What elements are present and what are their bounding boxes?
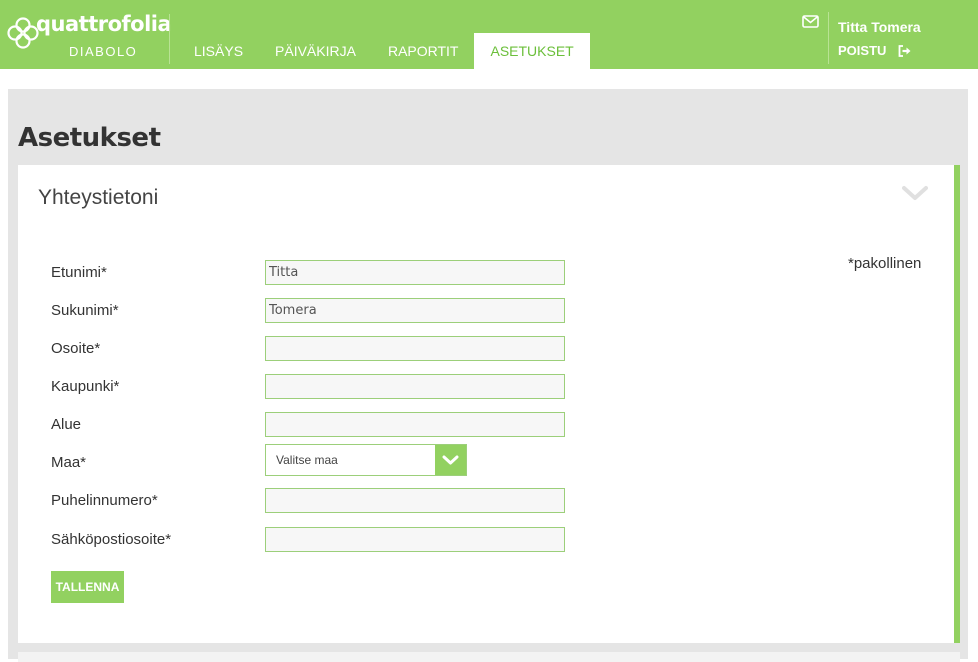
city-field[interactable]	[265, 374, 565, 399]
tab-raportit[interactable]: RAPORTIT	[372, 33, 475, 69]
country-select[interactable]: Valitse maa	[265, 444, 467, 476]
region-field[interactable]	[265, 412, 565, 437]
first-name-label: Etunimi*	[51, 264, 107, 281]
required-note: *pakollinen	[848, 255, 922, 272]
last-name-field[interactable]	[265, 298, 565, 323]
save-button[interactable]: TALLENNA	[51, 571, 124, 603]
chevron-down-icon	[442, 455, 459, 465]
panel-title: Yhteystietoni	[38, 186, 159, 209]
logout-link[interactable]: POISTU	[838, 43, 912, 58]
first-name-field[interactable]	[265, 260, 565, 285]
logo-subtitle: DIABOLO	[69, 44, 138, 59]
tab-paivakirja[interactable]: PÄIVÄKIRJA	[259, 33, 372, 69]
header-divider-right	[828, 12, 829, 64]
page-title: Asetukset	[18, 123, 161, 153]
phone-label: Puhelinnumero*	[51, 492, 158, 509]
logo[interactable]: quattrofolia DIABOLO	[6, 10, 172, 60]
phone-field[interactable]	[265, 488, 565, 513]
logout-label: POISTU	[838, 43, 887, 58]
email-field[interactable]	[265, 527, 565, 552]
country-select-value: Valitse maa	[276, 453, 338, 467]
country-label: Maa*	[51, 454, 87, 471]
sign-out-icon	[899, 44, 911, 57]
address-label: Osoite*	[51, 340, 101, 357]
address-field[interactable]	[265, 336, 565, 361]
top-bar: quattrofolia DIABOLO LISÄYS PÄIVÄKIRJA R…	[0, 0, 978, 69]
main-nav: LISÄYS PÄIVÄKIRJA RAPORTIT ASETUKSET	[178, 33, 590, 69]
last-name-label: Sukunimi*	[51, 302, 119, 319]
content-area: Asetukset Yhteystietoni *pakollinen Etun…	[8, 89, 968, 662]
tab-lisays[interactable]: LISÄYS	[178, 33, 259, 69]
city-label: Kaupunki*	[51, 378, 120, 395]
logo-text: quattrofolia	[36, 12, 172, 36]
region-label: Alue	[51, 416, 82, 433]
envelope-icon[interactable]	[802, 15, 819, 28]
email-label: Sähköpostiosoite*	[51, 531, 172, 548]
country-select-toggle[interactable]	[435, 445, 466, 475]
user-name: Titta Tomera	[838, 19, 921, 35]
quatrefoil-logo-icon	[7, 17, 39, 49]
contact-info-panel: Yhteystietoni *pakollinen Etunimi* Sukun…	[18, 165, 960, 643]
chevron-down-icon[interactable]	[902, 185, 928, 201]
header-divider	[169, 14, 170, 64]
tab-asetukset[interactable]: ASETUKSET	[474, 33, 590, 69]
next-panel-edge	[18, 652, 960, 662]
